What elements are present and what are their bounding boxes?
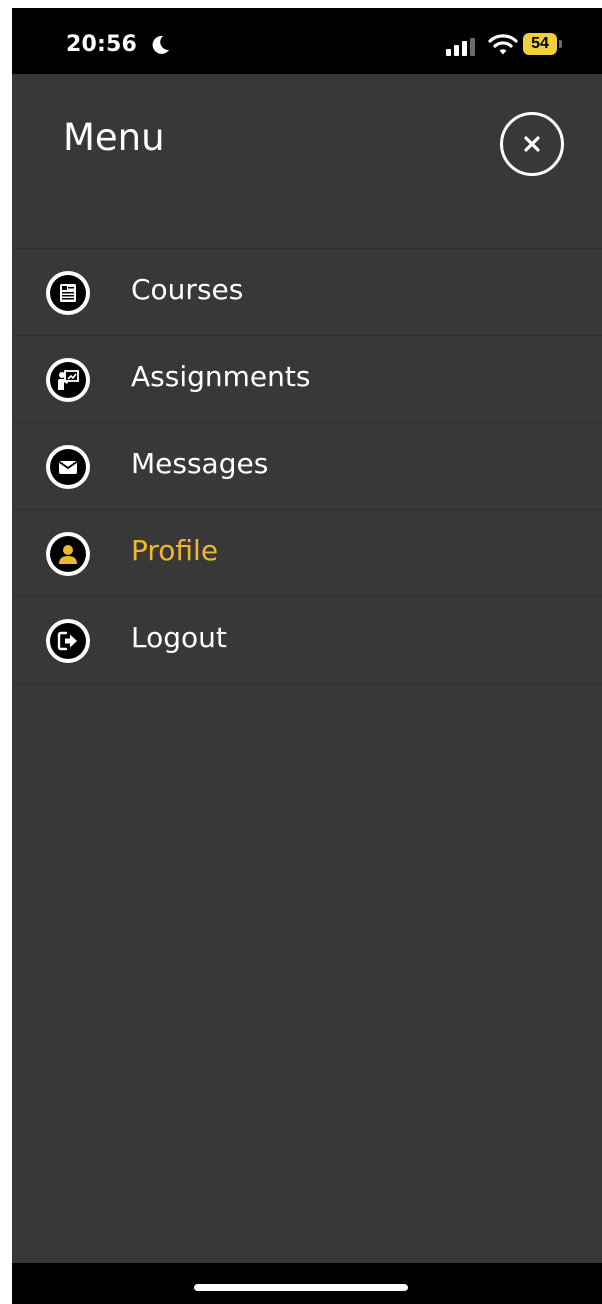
profile-icon: [46, 532, 90, 576]
messages-icon: [46, 445, 90, 489]
menu-item-logout[interactable]: Logout: [12, 597, 602, 684]
menu-item-label: Messages: [131, 447, 269, 480]
close-button[interactable]: [500, 112, 564, 176]
menu-item-assignments[interactable]: Assignments: [12, 336, 602, 423]
status-bar: 20:56 54: [12, 8, 602, 74]
battery-cap: [559, 40, 562, 48]
battery-icon: 54: [523, 33, 557, 55]
moon-icon: [152, 35, 169, 54]
menu-item-messages[interactable]: Messages: [12, 423, 602, 510]
menu-screen: 20:56 54 Menu Courses Assignments Messag…: [12, 8, 602, 1304]
menu-item-courses[interactable]: Courses: [12, 249, 602, 336]
close-icon: [524, 136, 540, 152]
menu-item-label: Logout: [131, 621, 227, 654]
home-indicator[interactable]: [194, 1284, 408, 1291]
menu-item-profile[interactable]: Profile: [12, 510, 602, 597]
assignments-icon: [46, 358, 90, 402]
status-time: 20:56: [66, 32, 138, 57]
menu-item-label: Assignments: [131, 360, 311, 393]
menu-item-label: Courses: [131, 273, 244, 306]
menu-item-label: Profile: [131, 534, 219, 567]
wifi-icon: [488, 34, 518, 55]
courses-icon: [46, 271, 90, 315]
menu-list: Courses Assignments Messages Profile Log…: [12, 248, 602, 684]
logout-icon: [46, 619, 90, 663]
page-title: Menu: [63, 116, 165, 159]
battery-level: 54: [531, 35, 549, 52]
signal-icon: [446, 38, 475, 56]
